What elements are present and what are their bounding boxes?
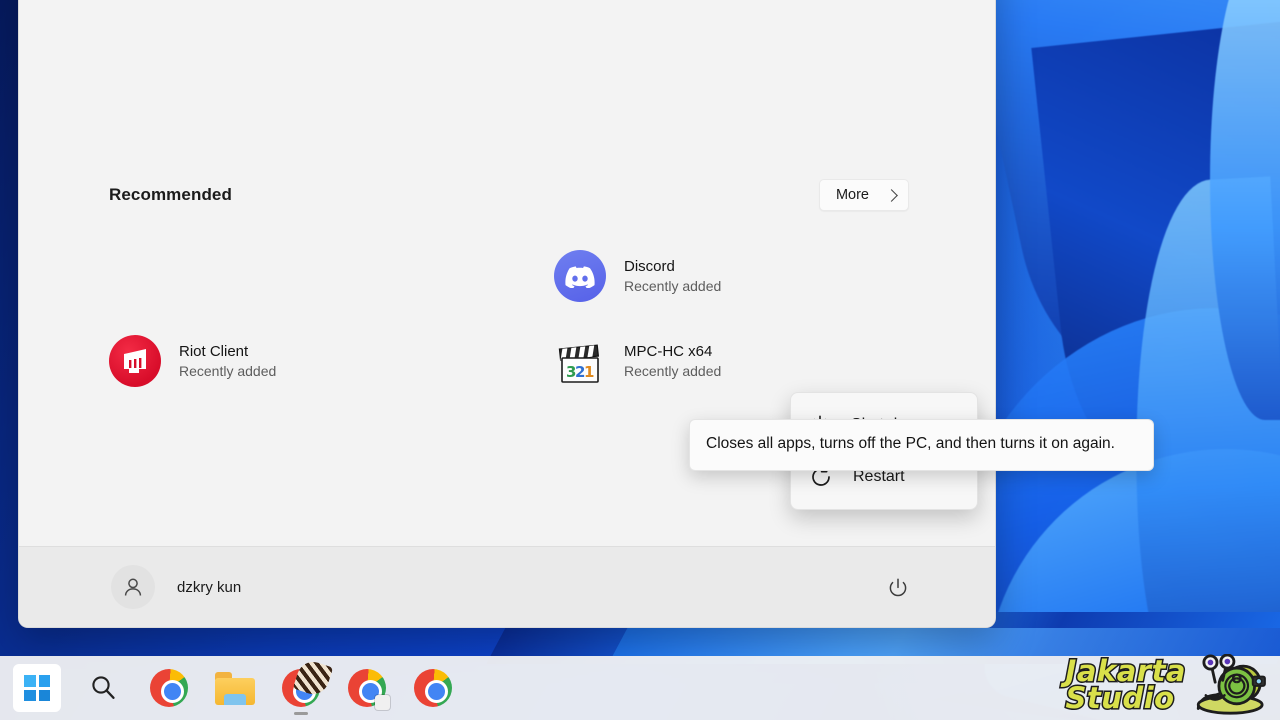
chrome-icon (150, 669, 188, 707)
recommended-list: Riot Client Recently added Discord Recen… (109, 233, 909, 403)
wallpaper-ribbon (612, 628, 1280, 656)
search-icon (92, 676, 115, 699)
recommended-item-discord[interactable]: Discord Recently added (554, 233, 995, 318)
taskbar-item-start[interactable] (13, 664, 61, 712)
user-account-button[interactable]: dzkry kun (111, 565, 241, 609)
chrome-icon (414, 669, 452, 707)
recommended-item-mpc-hc[interactable]: 3 2 1 MPC-HC x64 Recently added (554, 318, 995, 403)
recommended-title: Recommended (109, 185, 232, 204)
recommended-item-texts: Discord Recently added (624, 258, 721, 294)
recommended-item-texts: MPC-HC x64 Recently added (624, 343, 721, 379)
mpc-hc-icon: 3 2 1 (554, 335, 606, 387)
recommended-item-name: Riot Client (179, 342, 249, 360)
more-button[interactable]: More (818, 179, 909, 211)
windows-logo-icon (24, 675, 50, 701)
recommended-item-name: Discord (624, 257, 675, 275)
svg-text:1: 1 (584, 363, 594, 381)
recommended-item-subtitle: Recently added (624, 362, 722, 379)
watermark: Jakarta Studio (1064, 654, 1274, 716)
start-menu-panel: Recommended More Riot Client Recently ad… (18, 0, 996, 628)
taskbar-item-chrome-shortcut[interactable] (277, 657, 334, 715)
user-name-label: dzkry kun (177, 578, 242, 596)
folder-icon (215, 671, 255, 705)
overlay-badge-icon (375, 695, 390, 710)
tooltip: Closes all apps, turns off the PC, and t… (689, 419, 1154, 472)
recommended-item-subtitle: Recently added (624, 277, 722, 294)
taskbar-item-file-explorer[interactable] (211, 664, 259, 712)
user-avatar-icon (111, 565, 155, 609)
taskbar-item-chrome-window-2[interactable] (409, 664, 457, 712)
more-button-label: More (835, 187, 869, 203)
riot-client-icon (109, 334, 161, 387)
watermark-text: Jakarta Studio (1064, 656, 1187, 715)
chevron-right-icon (885, 188, 898, 202)
taskbar-item-chrome[interactable] (145, 664, 193, 712)
recommended-section-header: Recommended More (109, 179, 909, 211)
start-menu-footer: dzkry kun (19, 546, 995, 627)
running-indicator (294, 712, 308, 715)
tooltip-text: Closes all apps, turns off the PC, and t… (706, 435, 1115, 452)
discord-icon (554, 249, 606, 302)
recommended-item-name: MPC-HC x64 (624, 342, 713, 360)
recommended-item-riot-client[interactable]: Riot Client Recently added (109, 318, 554, 403)
recommended-item-texts: Riot Client Recently added (179, 343, 276, 379)
watermark-line-2: Studio (1064, 681, 1176, 715)
taskbar-item-search[interactable] (79, 664, 127, 712)
snail-mascot-icon (1196, 654, 1266, 715)
power-button[interactable] (879, 569, 917, 607)
taskbar-item-chrome-window-1[interactable] (343, 664, 391, 712)
screen: Recommended More Riot Client Recently ad… (0, 0, 1280, 720)
recommended-item-subtitle: Recently added (179, 362, 277, 379)
